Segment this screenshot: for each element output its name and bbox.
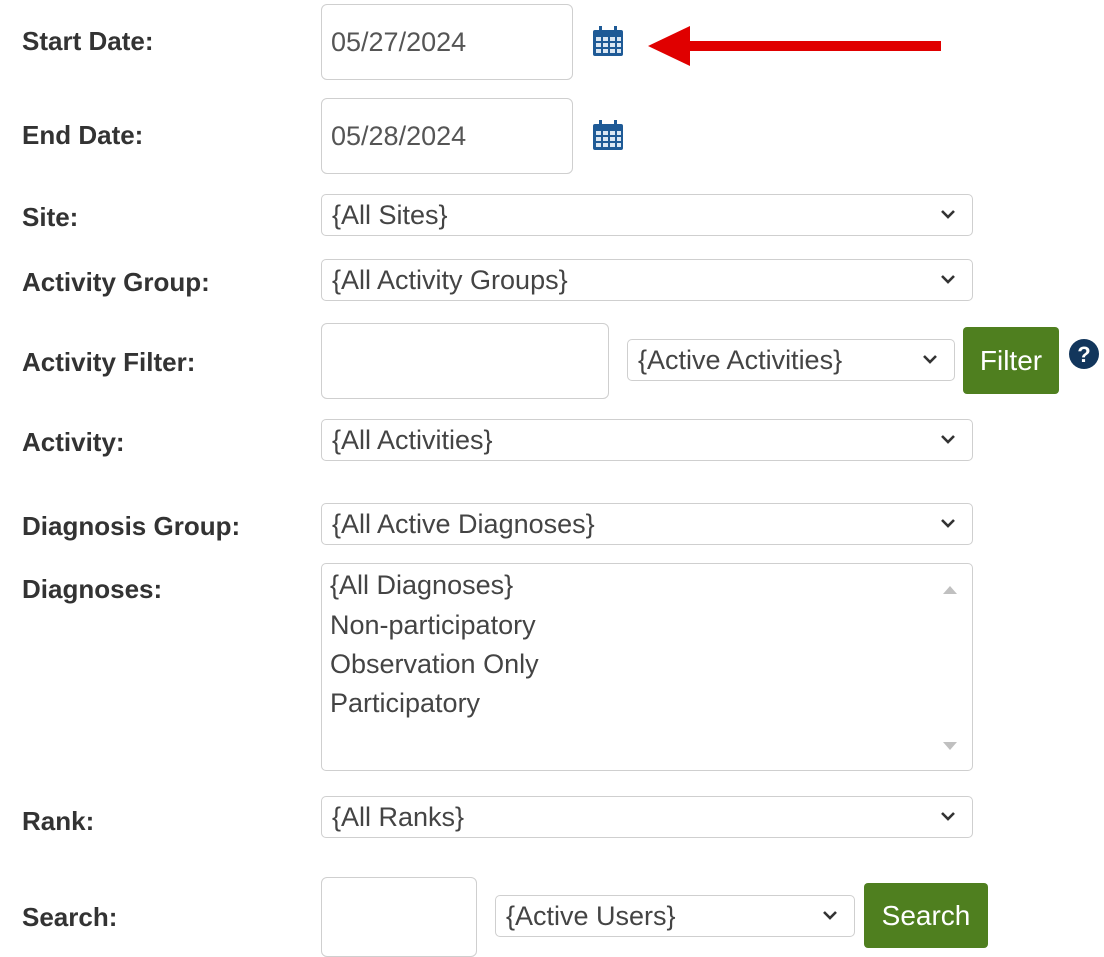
rank-label: Rank:: [22, 806, 95, 836]
start-date-label: Start Date:: [22, 26, 154, 56]
site-label: Site:: [22, 202, 79, 232]
scroll-up-arrow[interactable]: [942, 584, 958, 596]
diagnosis-group-select-value: {All Active Diagnoses}: [332, 509, 595, 539]
end-date-input[interactable]: 05/28/2024: [321, 98, 573, 174]
help-icon[interactable]: ?: [1068, 338, 1100, 370]
chevron-down-icon: [941, 435, 955, 444]
chevron-down-icon: [941, 275, 955, 284]
activity-filter-label: Activity Filter:: [22, 347, 196, 377]
list-item[interactable]: Non-participatory: [330, 610, 536, 641]
user-status-select[interactable]: {Active Users}: [495, 895, 855, 937]
list-item[interactable]: Observation Only: [330, 649, 539, 680]
activity-select-value: {All Activities}: [332, 425, 493, 455]
rank-select[interactable]: {All Ranks}: [321, 796, 973, 838]
chevron-down-icon: [941, 519, 955, 528]
activity-label: Activity:: [22, 427, 125, 457]
site-select[interactable]: {All Sites}: [321, 194, 973, 236]
chevron-down-icon: [923, 355, 937, 364]
search-label: Search:: [22, 902, 118, 932]
list-item[interactable]: {All Diagnoses}: [330, 570, 513, 601]
user-status-select-value: {Active Users}: [506, 901, 676, 931]
activity-filter-input[interactable]: [321, 323, 609, 399]
chevron-down-icon: [941, 812, 955, 821]
search-input[interactable]: [321, 877, 477, 957]
activity-group-label: Activity Group:: [22, 267, 210, 297]
activity-select[interactable]: {All Activities}: [321, 419, 973, 461]
calendar-icon[interactable]: [591, 26, 625, 58]
chevron-down-icon: [823, 911, 837, 920]
start-date-value: 05/27/2024: [331, 27, 467, 57]
activity-group-select-value: {All Activity Groups}: [332, 265, 568, 295]
diagnosis-group-select[interactable]: {All Active Diagnoses}: [321, 503, 973, 545]
activity-group-select[interactable]: {All Activity Groups}: [321, 259, 973, 301]
site-select-value: {All Sites}: [332, 200, 448, 230]
scroll-down-arrow[interactable]: [942, 740, 958, 752]
rank-select-value: {All Ranks}: [332, 802, 465, 832]
arrow-left-icon: [648, 26, 941, 66]
diagnoses-label: Diagnoses:: [22, 574, 163, 604]
calendar-icon[interactable]: [591, 120, 625, 152]
activity-status-select[interactable]: {Active Activities}: [627, 339, 955, 381]
start-date-input[interactable]: 05/27/2024: [321, 4, 573, 80]
search-button[interactable]: Search: [864, 883, 988, 948]
diagnosis-group-label: Diagnosis Group:: [22, 511, 241, 541]
activity-status-select-value: {Active Activities}: [638, 345, 843, 375]
diagnoses-listbox[interactable]: {All Diagnoses} Non-participatory Observ…: [321, 563, 973, 771]
list-item[interactable]: Participatory: [330, 688, 480, 719]
svg-text:?: ?: [1077, 342, 1090, 367]
end-date-label: End Date:: [22, 120, 144, 150]
end-date-value: 05/28/2024: [331, 121, 467, 151]
filter-button[interactable]: Filter: [963, 327, 1059, 394]
chevron-down-icon: [941, 210, 955, 219]
